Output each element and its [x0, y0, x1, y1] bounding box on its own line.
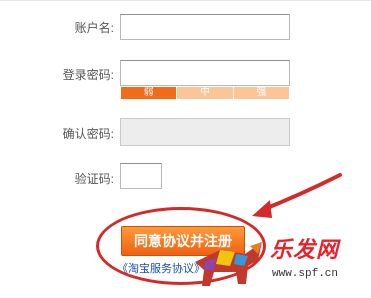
username-input[interactable] — [120, 14, 290, 40]
watermark-brand: 乐发网 — [270, 237, 340, 263]
watermark-url: www.spf.cn — [272, 268, 339, 280]
strength-medium: 中 — [176, 87, 233, 99]
captcha-input[interactable] — [120, 163, 162, 189]
confirm-password-label: 确认密码: — [62, 127, 114, 141]
captcha-label: 验证码: — [74, 172, 114, 186]
strength-weak: 弱 — [121, 87, 177, 99]
username-label: 账户名: — [74, 21, 114, 35]
password-strength-meter: 弱 中 强 — [121, 87, 289, 99]
top-divider — [0, 0, 371, 1]
password-label: 登录密码: — [62, 68, 114, 82]
strength-strong: 强 — [232, 87, 289, 99]
watermark-bull-icon — [195, 242, 262, 286]
password-input[interactable] — [120, 60, 290, 86]
confirm-password-input[interactable] — [120, 118, 290, 146]
